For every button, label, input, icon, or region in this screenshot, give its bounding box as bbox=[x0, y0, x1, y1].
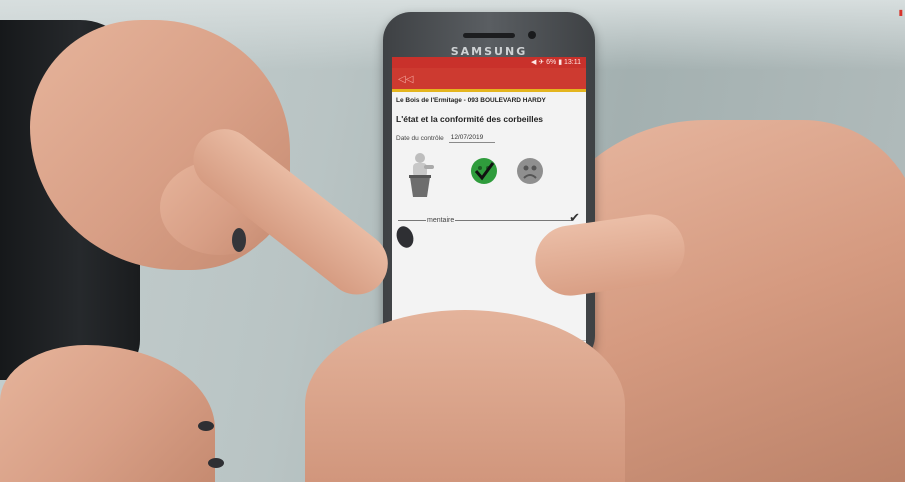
corner-mark-icon: ▮ bbox=[898, 8, 903, 17]
status-choice-row bbox=[392, 143, 586, 201]
app-bar: ◁◁ bbox=[392, 68, 586, 92]
comment-label: mentaire bbox=[426, 217, 456, 224]
date-input[interactable]: 12/07/2019 bbox=[448, 134, 495, 143]
nail bbox=[232, 228, 246, 252]
phone-speaker bbox=[463, 33, 515, 38]
photo-scene: SAMSUNG ◀ ✈ 6% ▮ 13:11 ◁◁ Le Bois de l'E… bbox=[0, 0, 905, 482]
site-title: Le Bois de l'Ermitage - 093 BOULEVARD HA… bbox=[396, 97, 546, 104]
nail bbox=[208, 458, 224, 468]
front-camera bbox=[528, 31, 536, 39]
lower-left-hand bbox=[0, 345, 215, 482]
comment-underline bbox=[398, 220, 572, 221]
nail bbox=[198, 421, 214, 431]
status-bar: ◀ ✈ 6% ▮ 13:11 bbox=[392, 57, 586, 68]
date-label: Date du contrôle bbox=[396, 135, 444, 142]
date-row: Date du contrôle 12/07/2019 bbox=[392, 124, 586, 143]
section-title: L'état et la conformité des corbeilles bbox=[396, 114, 544, 124]
ok-check-icon[interactable] bbox=[470, 157, 498, 185]
trash-bin-icon bbox=[409, 153, 434, 197]
sad-face-icon[interactable] bbox=[516, 157, 544, 185]
back-icon[interactable]: ◁◁ bbox=[398, 74, 413, 86]
